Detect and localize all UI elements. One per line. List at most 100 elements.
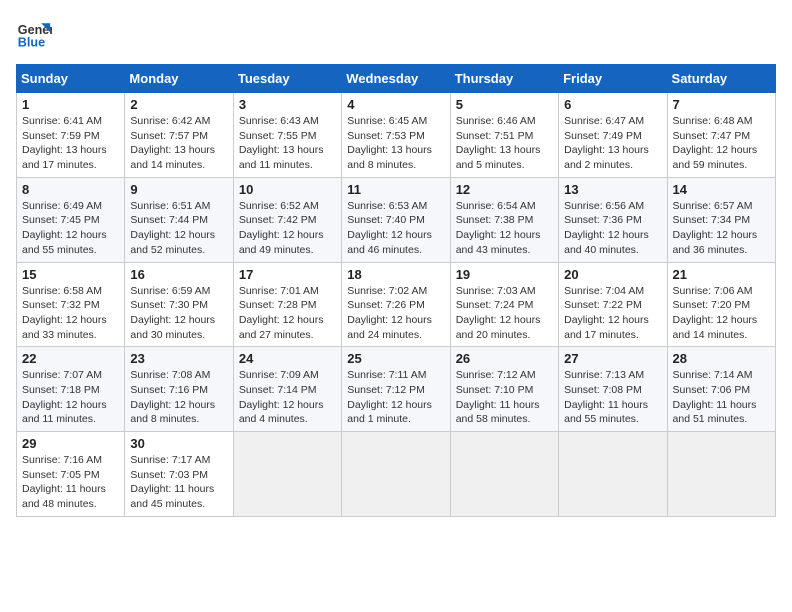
sunset-label: Sunset: 7:03 PM: [130, 469, 208, 481]
daylight-label: Daylight: 13 hours and 8 minutes.: [347, 144, 432, 171]
sunrise-label: Sunrise: 7:13 AM: [564, 369, 644, 381]
daylight-label: Daylight: 13 hours and 17 minutes.: [22, 144, 107, 171]
calendar-week-row: 29 Sunrise: 7:16 AM Sunset: 7:05 PM Dayl…: [17, 432, 776, 517]
calendar-day-cell: 21 Sunrise: 7:06 AM Sunset: 7:20 PM Dayl…: [667, 262, 775, 347]
sunset-label: Sunset: 7:08 PM: [564, 384, 642, 396]
day-number: 4: [347, 97, 444, 112]
calendar-day-cell: 11 Sunrise: 6:53 AM Sunset: 7:40 PM Dayl…: [342, 177, 450, 262]
daylight-label: Daylight: 11 hours and 48 minutes.: [22, 483, 106, 510]
daylight-label: Daylight: 13 hours and 5 minutes.: [456, 144, 541, 171]
day-number: 30: [130, 436, 227, 451]
day-number: 18: [347, 267, 444, 282]
weekday-header-cell: Thursday: [450, 65, 558, 93]
day-number: 27: [564, 351, 661, 366]
sunrise-label: Sunrise: 7:12 AM: [456, 369, 536, 381]
day-info: Sunrise: 6:49 AM Sunset: 7:45 PM Dayligh…: [22, 199, 119, 258]
calendar-day-cell: 19 Sunrise: 7:03 AM Sunset: 7:24 PM Dayl…: [450, 262, 558, 347]
calendar-day-cell: [559, 432, 667, 517]
sunrise-label: Sunrise: 6:52 AM: [239, 200, 319, 212]
daylight-label: Daylight: 12 hours and 30 minutes.: [130, 314, 215, 341]
calendar-day-cell: 2 Sunrise: 6:42 AM Sunset: 7:57 PM Dayli…: [125, 93, 233, 178]
sunrise-label: Sunrise: 6:51 AM: [130, 200, 210, 212]
day-info: Sunrise: 6:58 AM Sunset: 7:32 PM Dayligh…: [22, 284, 119, 343]
day-number: 20: [564, 267, 661, 282]
day-info: Sunrise: 7:02 AM Sunset: 7:26 PM Dayligh…: [347, 284, 444, 343]
day-info: Sunrise: 7:01 AM Sunset: 7:28 PM Dayligh…: [239, 284, 336, 343]
calendar-day-cell: 6 Sunrise: 6:47 AM Sunset: 7:49 PM Dayli…: [559, 93, 667, 178]
calendar-day-cell: 5 Sunrise: 6:46 AM Sunset: 7:51 PM Dayli…: [450, 93, 558, 178]
daylight-label: Daylight: 11 hours and 45 minutes.: [130, 483, 214, 510]
calendar-day-cell: 28 Sunrise: 7:14 AM Sunset: 7:06 PM Dayl…: [667, 347, 775, 432]
weekday-header-cell: Wednesday: [342, 65, 450, 93]
day-number: 2: [130, 97, 227, 112]
daylight-label: Daylight: 12 hours and 40 minutes.: [564, 229, 649, 256]
calendar-day-cell: 29 Sunrise: 7:16 AM Sunset: 7:05 PM Dayl…: [17, 432, 125, 517]
calendar-day-cell: 18 Sunrise: 7:02 AM Sunset: 7:26 PM Dayl…: [342, 262, 450, 347]
sunset-label: Sunset: 7:26 PM: [347, 299, 425, 311]
calendar-day-cell: [450, 432, 558, 517]
calendar-day-cell: [342, 432, 450, 517]
sunrise-label: Sunrise: 7:17 AM: [130, 454, 210, 466]
sunrise-label: Sunrise: 7:03 AM: [456, 285, 536, 297]
sunset-label: Sunset: 7:45 PM: [22, 214, 100, 226]
calendar-day-cell: 30 Sunrise: 7:17 AM Sunset: 7:03 PM Dayl…: [125, 432, 233, 517]
sunset-label: Sunset: 7:40 PM: [347, 214, 425, 226]
sunset-label: Sunset: 7:36 PM: [564, 214, 642, 226]
sunset-label: Sunset: 7:28 PM: [239, 299, 317, 311]
sunset-label: Sunset: 7:06 PM: [673, 384, 751, 396]
sunset-label: Sunset: 7:53 PM: [347, 130, 425, 142]
day-number: 29: [22, 436, 119, 451]
calendar-week-row: 15 Sunrise: 6:58 AM Sunset: 7:32 PM Dayl…: [17, 262, 776, 347]
daylight-label: Daylight: 12 hours and 55 minutes.: [22, 229, 107, 256]
sunrise-label: Sunrise: 7:16 AM: [22, 454, 102, 466]
sunrise-label: Sunrise: 6:59 AM: [130, 285, 210, 297]
day-number: 28: [673, 351, 770, 366]
daylight-label: Daylight: 12 hours and 4 minutes.: [239, 399, 324, 426]
day-number: 22: [22, 351, 119, 366]
day-number: 26: [456, 351, 553, 366]
daylight-label: Daylight: 11 hours and 55 minutes.: [564, 399, 648, 426]
calendar-day-cell: 16 Sunrise: 6:59 AM Sunset: 7:30 PM Dayl…: [125, 262, 233, 347]
calendar-day-cell: 24 Sunrise: 7:09 AM Sunset: 7:14 PM Dayl…: [233, 347, 341, 432]
day-info: Sunrise: 6:53 AM Sunset: 7:40 PM Dayligh…: [347, 199, 444, 258]
sunset-label: Sunset: 7:32 PM: [22, 299, 100, 311]
sunrise-label: Sunrise: 6:43 AM: [239, 115, 319, 127]
sunset-label: Sunset: 7:18 PM: [22, 384, 100, 396]
daylight-label: Daylight: 12 hours and 59 minutes.: [673, 144, 758, 171]
sunset-label: Sunset: 7:59 PM: [22, 130, 100, 142]
day-info: Sunrise: 6:42 AM Sunset: 7:57 PM Dayligh…: [130, 114, 227, 173]
day-number: 3: [239, 97, 336, 112]
sunrise-label: Sunrise: 7:07 AM: [22, 369, 102, 381]
sunset-label: Sunset: 7:34 PM: [673, 214, 751, 226]
day-number: 11: [347, 182, 444, 197]
sunset-label: Sunset: 7:55 PM: [239, 130, 317, 142]
day-info: Sunrise: 7:13 AM Sunset: 7:08 PM Dayligh…: [564, 368, 661, 427]
sunset-label: Sunset: 7:47 PM: [673, 130, 751, 142]
sunset-label: Sunset: 7:14 PM: [239, 384, 317, 396]
sunrise-label: Sunrise: 6:56 AM: [564, 200, 644, 212]
sunrise-label: Sunrise: 7:04 AM: [564, 285, 644, 297]
daylight-label: Daylight: 12 hours and 1 minute.: [347, 399, 432, 426]
sunset-label: Sunset: 7:20 PM: [673, 299, 751, 311]
sunrise-label: Sunrise: 7:09 AM: [239, 369, 319, 381]
daylight-label: Daylight: 12 hours and 24 minutes.: [347, 314, 432, 341]
daylight-label: Daylight: 12 hours and 17 minutes.: [564, 314, 649, 341]
daylight-label: Daylight: 12 hours and 43 minutes.: [456, 229, 541, 256]
sunrise-label: Sunrise: 6:53 AM: [347, 200, 427, 212]
day-number: 1: [22, 97, 119, 112]
day-info: Sunrise: 6:48 AM Sunset: 7:47 PM Dayligh…: [673, 114, 770, 173]
sunrise-label: Sunrise: 6:42 AM: [130, 115, 210, 127]
sunset-label: Sunset: 7:10 PM: [456, 384, 534, 396]
calendar-day-cell: [667, 432, 775, 517]
daylight-label: Daylight: 12 hours and 36 minutes.: [673, 229, 758, 256]
logo: General Blue: [16, 16, 52, 52]
calendar-day-cell: 8 Sunrise: 6:49 AM Sunset: 7:45 PM Dayli…: [17, 177, 125, 262]
calendar-day-cell: 22 Sunrise: 7:07 AM Sunset: 7:18 PM Dayl…: [17, 347, 125, 432]
day-info: Sunrise: 6:57 AM Sunset: 7:34 PM Dayligh…: [673, 199, 770, 258]
calendar-week-row: 22 Sunrise: 7:07 AM Sunset: 7:18 PM Dayl…: [17, 347, 776, 432]
day-info: Sunrise: 6:51 AM Sunset: 7:44 PM Dayligh…: [130, 199, 227, 258]
day-info: Sunrise: 7:03 AM Sunset: 7:24 PM Dayligh…: [456, 284, 553, 343]
daylight-label: Daylight: 12 hours and 8 minutes.: [130, 399, 215, 426]
day-number: 21: [673, 267, 770, 282]
sunset-label: Sunset: 7:57 PM: [130, 130, 208, 142]
